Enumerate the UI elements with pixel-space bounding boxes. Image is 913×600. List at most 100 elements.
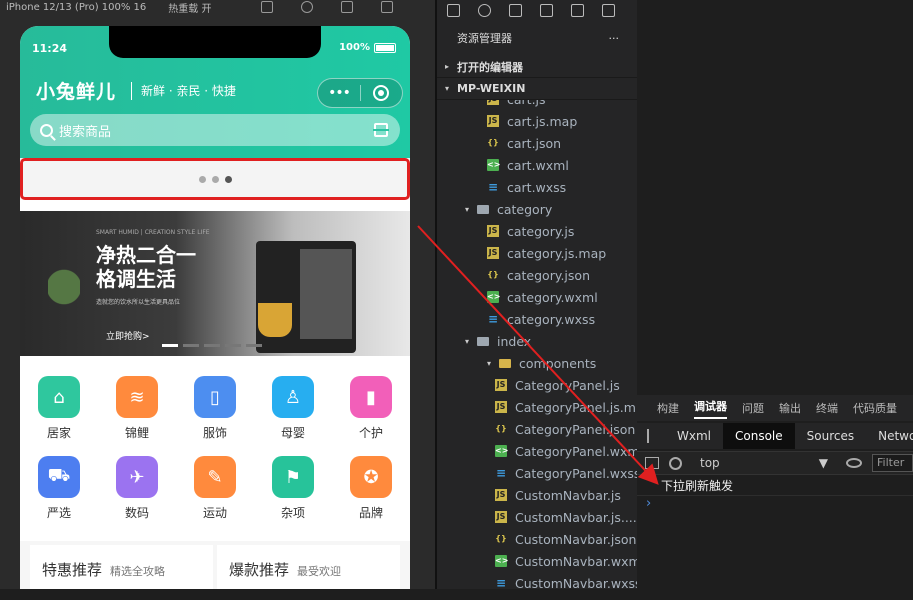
panel-tab[interactable]: 构建 (657, 400, 679, 416)
file-item[interactable]: <> category.wxml (487, 286, 598, 308)
wxml-file-icon: <> (495, 555, 509, 567)
file-name: cart.wxss (507, 179, 567, 195)
close-miniprogram-icon[interactable] (373, 85, 389, 101)
inspect-element-icon[interactable] (647, 429, 649, 443)
panel-tab[interactable]: 调试器 (694, 398, 727, 419)
file-item[interactable]: <> CategoryPanel.wxml (495, 440, 637, 462)
category-item[interactable]: ✎ 运动 (185, 456, 245, 521)
hotreload-select[interactable]: 热重载 开 (168, 0, 211, 15)
folder-item[interactable]: ▾ components (487, 352, 596, 374)
card-special-offer[interactable]: 特惠推荐 精选全攻略 (30, 545, 213, 589)
outline-icon[interactable] (571, 3, 584, 17)
folder-item[interactable]: ▾ category (465, 198, 552, 220)
file-item[interactable]: {} cart.json (487, 132, 561, 154)
file-item[interactable]: <> cart.wxml (487, 154, 569, 176)
file-item[interactable]: JS category.js (487, 220, 574, 242)
folder-item[interactable]: ▾ index (465, 330, 531, 352)
js-file-icon: JS (487, 247, 499, 259)
file-item[interactable]: JS cart.js (487, 100, 546, 110)
chevron-down-icon: ▾ (445, 84, 450, 93)
file-item[interactable]: JS CustomNavbar.js (495, 484, 621, 506)
scan-icon[interactable] (373, 123, 389, 137)
battery-status: 100% (339, 42, 396, 53)
file-item[interactable]: {} CategoryPanel.json (495, 418, 635, 440)
file-item[interactable]: JS category.js.map (487, 242, 606, 264)
context-value: top (700, 456, 720, 470)
explorer-icon[interactable] (447, 3, 460, 17)
status-time: 11:24 (32, 42, 68, 55)
file-item[interactable]: ≡ category.wxss (487, 308, 595, 330)
panel-tab[interactable]: 输出 (779, 400, 801, 416)
card-title: 特惠推荐 (42, 561, 103, 579)
tool-tab-console[interactable]: Console (723, 423, 795, 449)
category-item[interactable]: ♙ 母婴 (263, 376, 323, 441)
file-item[interactable]: JS CategoryPanel.js (495, 374, 620, 396)
panel-tab[interactable]: 问题 (742, 400, 764, 416)
pager-dot (204, 344, 220, 347)
file-item[interactable]: JS CategoryPanel.js.m... (495, 396, 637, 418)
category-item[interactable]: ≋ 锦鲤 (107, 376, 167, 441)
category-item[interactable]: ⛟ 严选 (29, 456, 89, 521)
tool-tab-network[interactable]: Network (866, 423, 913, 449)
card-hot-items[interactable]: 爆款推荐 最受欢迎 (217, 545, 400, 589)
category-item[interactable]: ▮ 个护 (341, 376, 401, 441)
wxss-file-icon: ≡ (495, 466, 507, 480)
panel-tab[interactable]: 代码质量 (853, 400, 897, 416)
filter-input[interactable]: Filter (872, 454, 913, 472)
file-item[interactable]: JS CustomNavbar.js.... (495, 506, 637, 528)
refresh-indicator-highlight (20, 158, 410, 200)
file-item[interactable]: ≡ CustomNavbar.wxss (495, 572, 637, 594)
category-item[interactable]: ▯ 服饰 (185, 376, 245, 441)
extensions-icon[interactable] (540, 3, 553, 17)
more-actions-icon[interactable]: ··· (609, 32, 620, 45)
console-prompt[interactable]: › (646, 496, 651, 511)
tool-tab-sources[interactable]: Sources (795, 423, 866, 449)
banner-pager (162, 344, 262, 347)
category-item[interactable]: ⚑ 杂项 (263, 456, 323, 521)
file-item[interactable]: ≡ cart.wxss (487, 176, 566, 198)
source-control-icon[interactable] (509, 3, 522, 17)
phone-icon[interactable] (341, 1, 354, 13)
file-item[interactable]: ≡ CategoryPanel.wxss (495, 462, 637, 484)
project-section[interactable]: ▾ MP-WEIXIN (437, 78, 637, 100)
more-menu-icon[interactable]: ••• (318, 85, 360, 101)
explorer-title: 资源管理器 (457, 32, 512, 45)
context-select[interactable]: top ▼ (694, 456, 834, 470)
refresh-icon[interactable] (261, 1, 274, 13)
file-item[interactable]: {} category.json (487, 264, 590, 286)
card-title: 爆款推荐 (229, 561, 290, 579)
category-icon: ✎ (194, 456, 236, 498)
open-editors-section[interactable]: ▸ 打开的编辑器 (437, 56, 637, 78)
clear-console-icon[interactable] (669, 456, 682, 470)
device-select[interactable]: iPhone 12/13 (Pro) 100% 16 (6, 2, 146, 13)
search-bar[interactable]: 搜索商品 (30, 114, 400, 146)
devtools-area (637, 0, 913, 589)
file-item[interactable]: JS cart.js.map (487, 110, 577, 132)
wxss-file-icon: ≡ (487, 180, 499, 194)
panel-tab[interactable]: 终端 (816, 400, 838, 416)
detach-window-icon[interactable] (381, 1, 394, 13)
sidebar-toggle-icon[interactable] (645, 457, 659, 469)
category-item[interactable]: ✈ 数码 (107, 456, 167, 521)
json-file-icon: {} (495, 534, 507, 543)
file-item[interactable]: {} CustomNavbar.json (495, 528, 636, 550)
category-label: 严选 (46, 506, 71, 520)
simulator-toolbar: iPhone 12/13 (Pro) 100% 16 热重载 开 (0, 0, 437, 15)
category-icon: ▯ (194, 376, 236, 418)
eye-icon[interactable] (846, 458, 862, 468)
buy-now-link[interactable]: 立即抢购> (106, 329, 150, 342)
category-item[interactable]: ✪ 品牌 (341, 456, 401, 521)
file-name: category.js (507, 223, 575, 239)
json-file-icon: {} (487, 138, 499, 147)
category-item[interactable]: ⌂ 居家 (29, 376, 89, 441)
spacer (20, 200, 410, 211)
loading-dot (224, 175, 232, 183)
stop-icon[interactable] (301, 1, 314, 13)
docker-icon[interactable] (602, 3, 615, 17)
promo-banner[interactable]: SMART HUMID | CREATION STYLE LIFE 净热二合一 … (20, 211, 410, 356)
wxml-file-icon: <> (495, 445, 509, 457)
pager-dot (162, 344, 178, 347)
tool-tab-wxml[interactable]: Wxml (665, 423, 723, 449)
file-item[interactable]: <> CustomNavbar.wxml (495, 550, 637, 572)
search-icon[interactable] (478, 3, 491, 17)
